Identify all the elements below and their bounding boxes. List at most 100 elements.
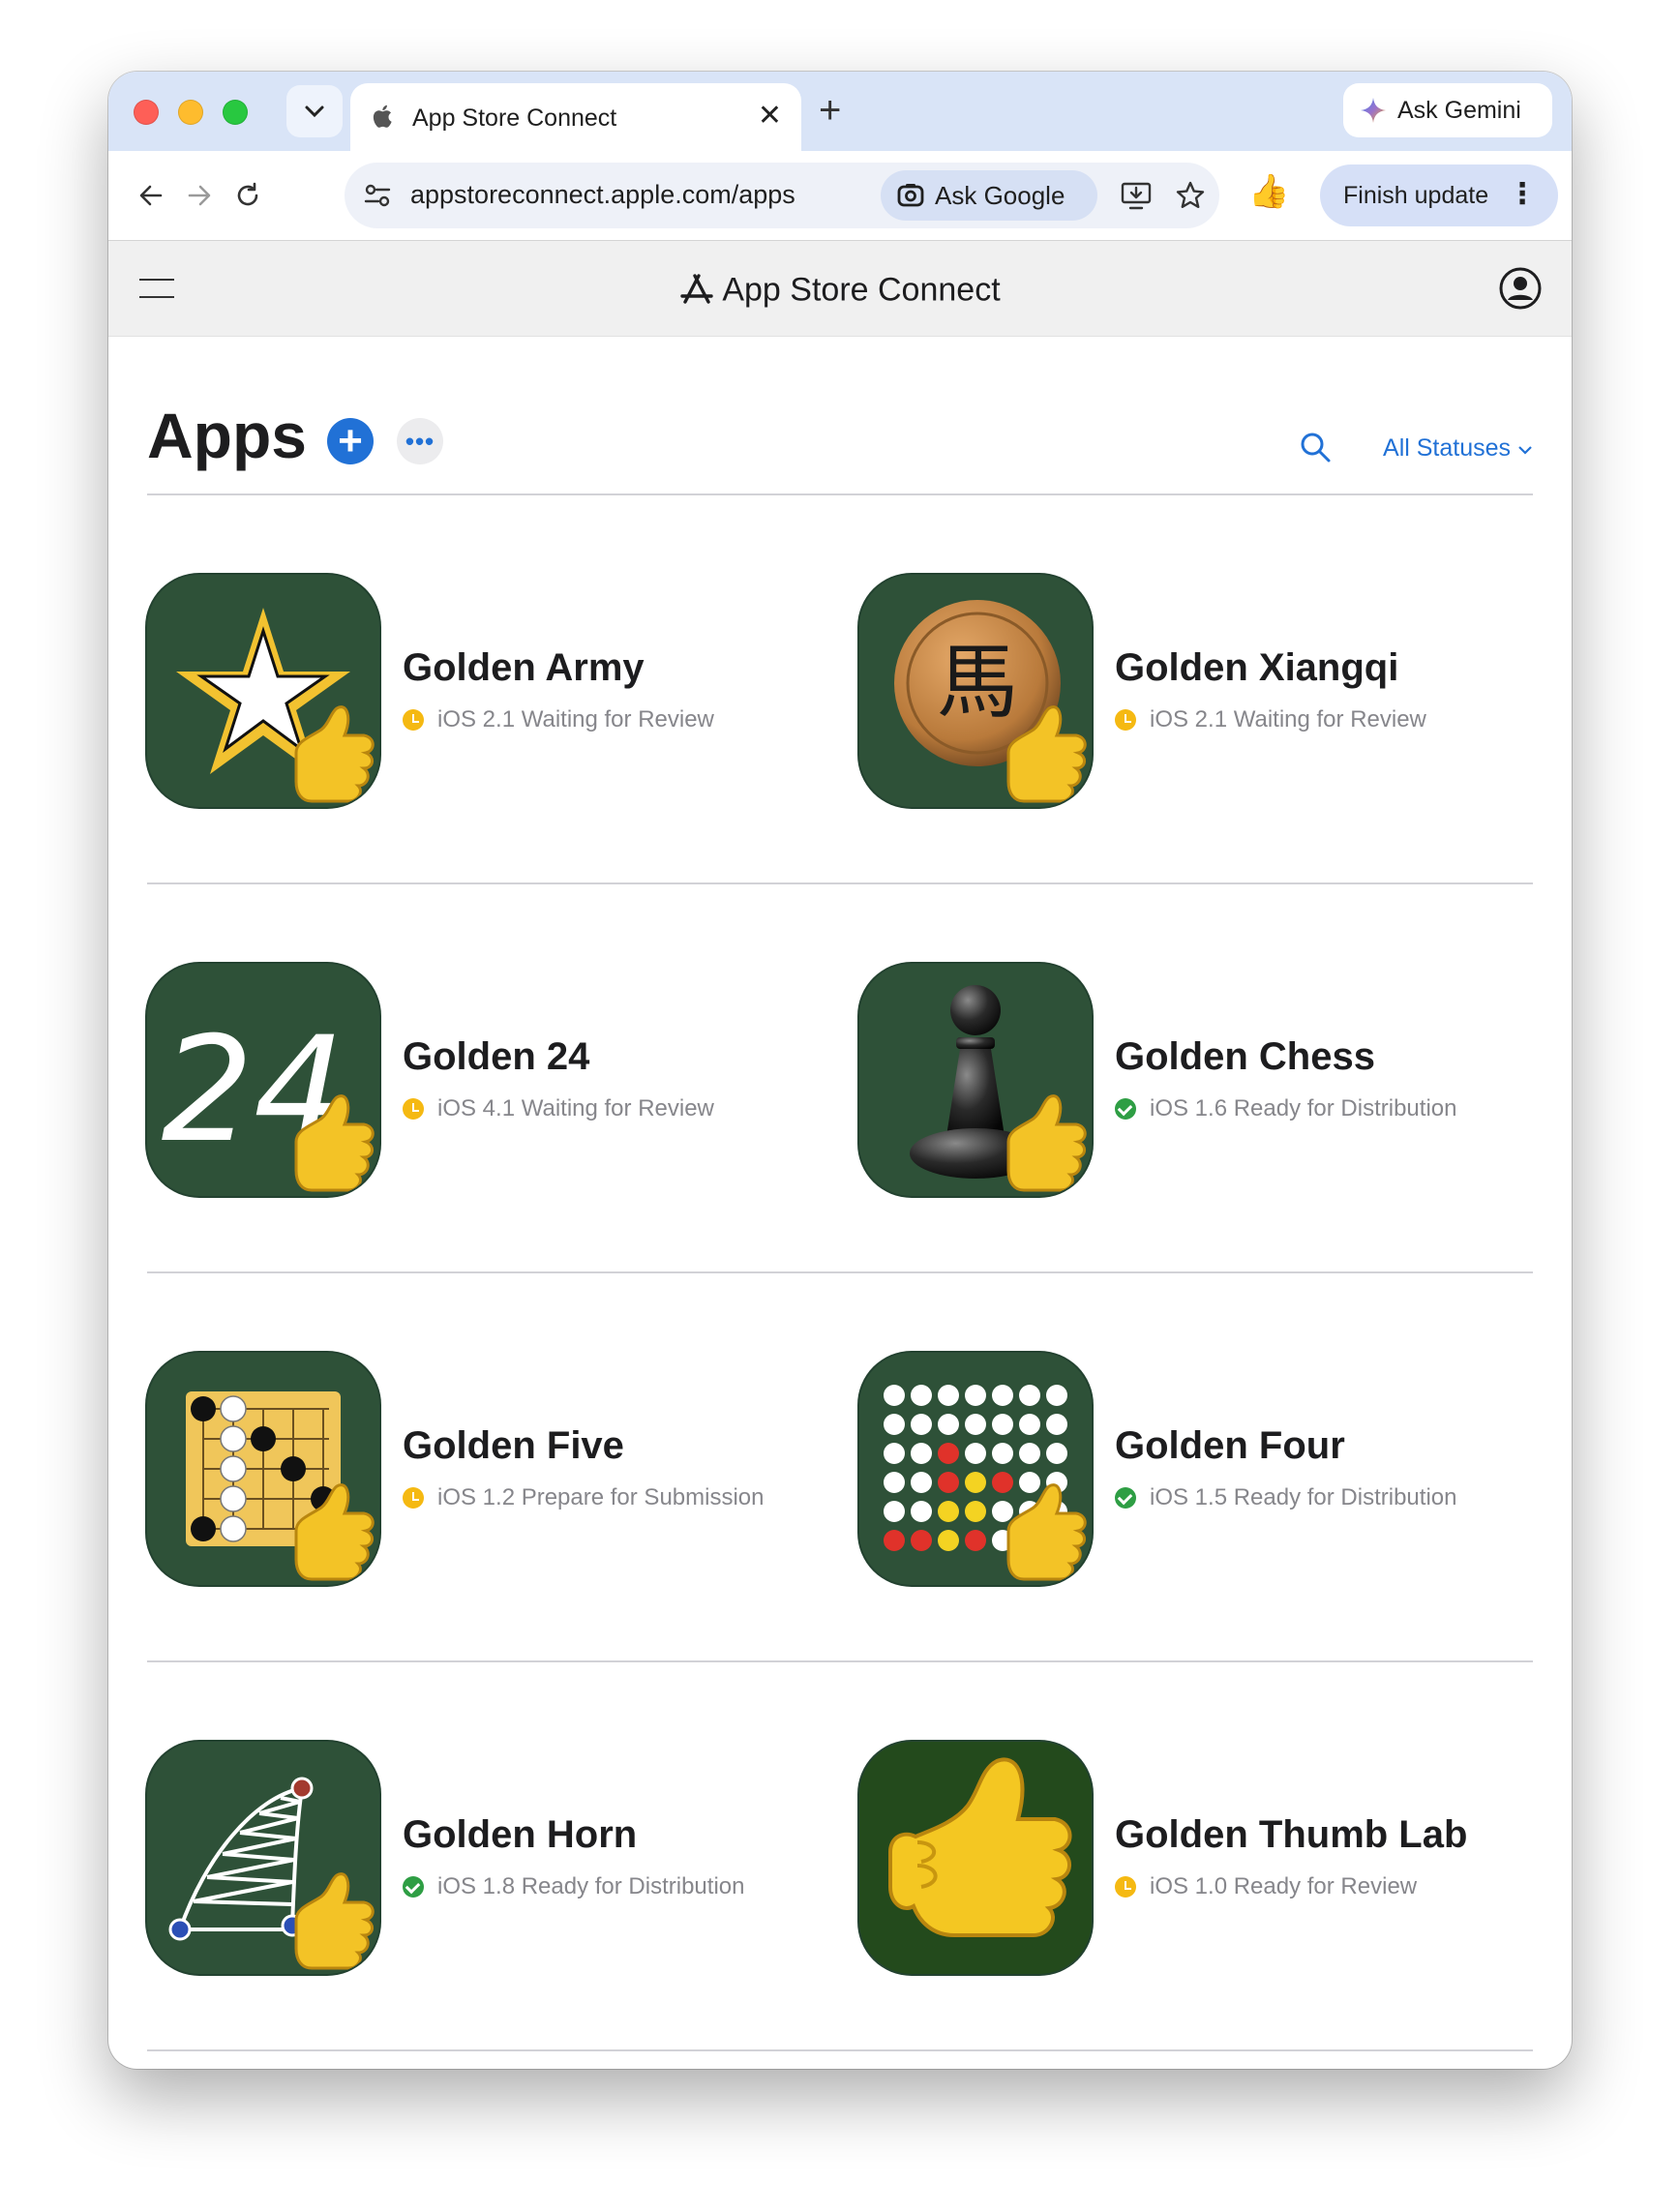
xiangqi-horse-icon: 馬 bbox=[859, 575, 1092, 807]
zoom-window-button[interactable] bbox=[223, 100, 248, 125]
board-cell bbox=[1019, 1443, 1040, 1464]
address-bar[interactable]: appstoreconnect.apple.com/apps Ask Googl… bbox=[345, 163, 1219, 228]
board-cell bbox=[992, 1443, 1013, 1464]
board-cell bbox=[884, 1501, 905, 1522]
add-app-button[interactable]: + bbox=[327, 418, 374, 464]
board-cell bbox=[992, 1472, 1013, 1493]
finish-update-button[interactable]: Finish update ⋮ bbox=[1320, 164, 1558, 226]
horn-truss-icon bbox=[147, 1742, 379, 1974]
ask-google-button[interactable]: Ask Google bbox=[881, 170, 1097, 221]
star-icon bbox=[147, 575, 379, 807]
board-cell bbox=[965, 1385, 986, 1406]
apps-content: Apps + ••• All Statuses Golden Army iOS … bbox=[147, 337, 1533, 2051]
app-card-golden-thumb-lab[interactable]: Golden Thumb Lab iOS 1.0 Ready for Revie… bbox=[859, 1742, 1537, 1974]
app-name[interactable]: Golden Horn bbox=[403, 1813, 637, 1857]
number-24-icon: 24 bbox=[147, 964, 379, 1196]
board-cell bbox=[938, 1414, 959, 1435]
url-text[interactable]: appstoreconnect.apple.com/apps bbox=[410, 180, 795, 210]
browser-menu-icon[interactable]: ⋮ bbox=[1508, 177, 1537, 212]
board-cell bbox=[938, 1472, 959, 1493]
app-status-text: iOS 1.0 Ready for Review bbox=[1150, 1873, 1418, 1899]
bookmark-star-icon[interactable] bbox=[1173, 178, 1208, 213]
more-options-button[interactable]: ••• bbox=[397, 418, 443, 464]
ready-status-icon bbox=[403, 1876, 424, 1898]
app-row: 24 Golden 24 iOS 4.1 Waiting for Review bbox=[147, 884, 1533, 1273]
asc-title-text: App Store Connect bbox=[722, 271, 1001, 309]
app-status-text: iOS 2.1 Waiting for Review bbox=[1150, 706, 1426, 732]
waiting-status-icon bbox=[403, 709, 424, 731]
tab-app-store-connect[interactable]: App Store Connect ✕ bbox=[350, 83, 801, 151]
arrow-left-icon bbox=[139, 185, 163, 206]
asc-header: App Store Connect bbox=[108, 241, 1572, 337]
board-cell bbox=[884, 1443, 905, 1464]
app-status: iOS 2.1 Waiting for Review bbox=[1115, 706, 1426, 733]
board-cell bbox=[911, 1530, 932, 1551]
app-name[interactable]: Golden Five bbox=[403, 1424, 624, 1468]
close-tab-icon[interactable]: ✕ bbox=[758, 100, 782, 133]
chess-pawn-icon bbox=[859, 964, 1092, 1196]
app-row: Golden Army iOS 2.1 Waiting for Review 馬 bbox=[147, 495, 1533, 884]
reload-button[interactable] bbox=[226, 174, 269, 217]
board-cell bbox=[938, 1385, 959, 1406]
ready-status-icon bbox=[1115, 1487, 1136, 1509]
app-status: iOS 1.6 Ready for Distribution bbox=[1115, 1095, 1456, 1122]
app-card-golden-24[interactable]: 24 Golden 24 iOS 4.1 Waiting for Review bbox=[147, 964, 825, 1196]
app-name[interactable]: Golden Army bbox=[403, 646, 645, 690]
browser-toolbar: appstoreconnect.apple.com/apps Ask Googl… bbox=[108, 151, 1572, 241]
search-icon[interactable] bbox=[1299, 431, 1332, 463]
app-status-text: iOS 1.8 Ready for Distribution bbox=[437, 1873, 745, 1899]
gemini-sparkle-icon bbox=[1361, 98, 1386, 123]
board-cell bbox=[965, 1472, 986, 1493]
asc-title[interactable]: App Store Connect bbox=[108, 270, 1572, 310]
app-card-golden-army[interactable]: Golden Army iOS 2.1 Waiting for Review bbox=[147, 575, 825, 807]
extension-thumbs-up-icon[interactable]: 👍 bbox=[1248, 172, 1289, 211]
ask-gemini-button[interactable]: Ask Gemini bbox=[1343, 83, 1552, 137]
close-window-button[interactable] bbox=[134, 100, 159, 125]
board-cell bbox=[965, 1443, 986, 1464]
app-card-golden-chess[interactable]: Golden Chess iOS 1.6 Ready for Distribut… bbox=[859, 964, 1537, 1196]
tab-search-button[interactable] bbox=[286, 85, 343, 137]
app-store-logo-icon bbox=[680, 274, 714, 304]
board-cell bbox=[938, 1501, 959, 1522]
app-card-golden-xiangqi[interactable]: 馬 Golden Xiangqi iOS 2.1 Waiting for Rev… bbox=[859, 575, 1537, 807]
back-button[interactable] bbox=[130, 174, 172, 217]
app-status: iOS 2.1 Waiting for Review bbox=[403, 706, 714, 733]
app-name[interactable]: Golden Chess bbox=[1115, 1035, 1375, 1079]
app-name[interactable]: Golden Thumb Lab bbox=[1115, 1813, 1467, 1857]
app-status-text: iOS 1.2 Prepare for Submission bbox=[437, 1484, 765, 1510]
apps-header: Apps + ••• All Statuses bbox=[147, 337, 1533, 495]
status-filter-label: All Statuses bbox=[1383, 434, 1512, 462]
tab-strip: App Store Connect ✕ + Ask Gemini bbox=[108, 72, 1572, 151]
forward-button[interactable] bbox=[178, 174, 221, 217]
board-cell bbox=[1019, 1385, 1040, 1406]
board-cell bbox=[965, 1501, 986, 1522]
minimize-window-button[interactable] bbox=[178, 100, 203, 125]
status-filter-dropdown[interactable]: All Statuses bbox=[1383, 434, 1533, 463]
tab-title: App Store Connect bbox=[412, 105, 617, 132]
app-name[interactable]: Golden Xiangqi bbox=[1115, 646, 1398, 690]
google-lens-icon bbox=[897, 184, 924, 207]
app-card-golden-horn[interactable]: Golden Horn iOS 1.8 Ready for Distributi… bbox=[147, 1742, 825, 1974]
waiting-status-icon bbox=[403, 1098, 424, 1120]
board-cell bbox=[1019, 1472, 1040, 1493]
app-name[interactable]: Golden Four bbox=[1115, 1424, 1345, 1468]
app-name[interactable]: Golden 24 bbox=[403, 1035, 589, 1079]
install-app-icon[interactable] bbox=[1119, 178, 1154, 213]
board-cell bbox=[911, 1385, 932, 1406]
app-row: Golden Five iOS 1.2 Prepare for Submissi… bbox=[147, 1273, 1533, 1662]
board-cell bbox=[965, 1414, 986, 1435]
board-cell bbox=[1046, 1414, 1067, 1435]
board-cell bbox=[938, 1530, 959, 1551]
account-icon[interactable] bbox=[1498, 266, 1543, 311]
board-cell bbox=[1019, 1414, 1040, 1435]
board-cell bbox=[911, 1414, 932, 1435]
board-cell bbox=[1046, 1443, 1067, 1464]
new-tab-button[interactable]: + bbox=[819, 89, 841, 132]
app-card-golden-four[interactable]: Golden Four iOS 1.5 Ready for Distributi… bbox=[859, 1353, 1537, 1585]
thumbs-up-icon bbox=[294, 705, 375, 803]
app-status-text: iOS 2.1 Waiting for Review bbox=[437, 706, 714, 732]
arrow-right-icon bbox=[188, 185, 211, 206]
app-card-golden-five[interactable]: Golden Five iOS 1.2 Prepare for Submissi… bbox=[147, 1353, 825, 1585]
site-info-icon[interactable] bbox=[362, 180, 393, 211]
app-status-text: iOS 1.5 Ready for Distribution bbox=[1150, 1484, 1457, 1510]
